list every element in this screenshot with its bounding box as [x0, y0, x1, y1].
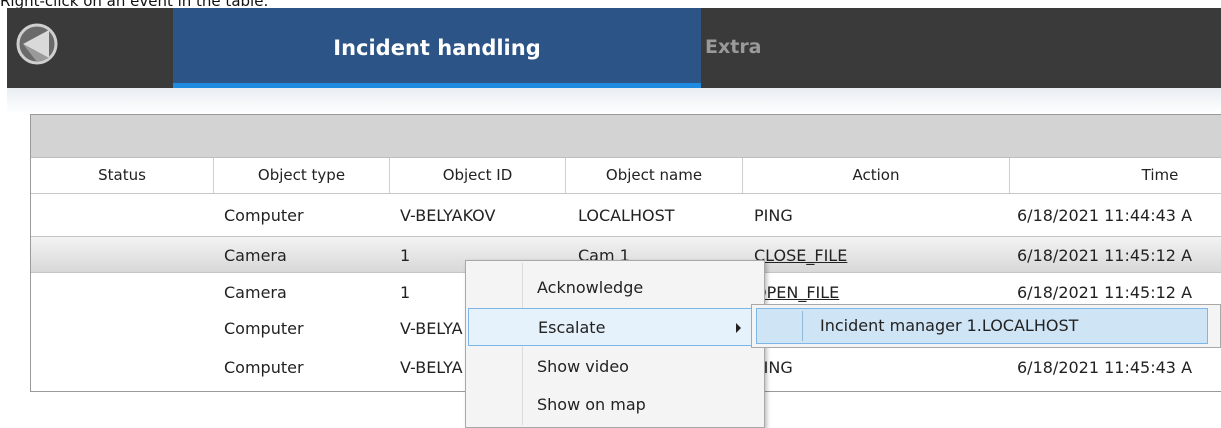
menu-item-label: Show on map: [537, 395, 646, 414]
menu-item-acknowledge[interactable]: Acknowledge: [468, 269, 762, 307]
tab-incident-handling[interactable]: Incident handling: [173, 8, 701, 88]
menu-item-label: Escalate: [538, 318, 606, 337]
menu-item-show-on-map[interactable]: Show on map: [468, 386, 762, 424]
cell-object-type: Computer: [224, 319, 304, 338]
cell-object-id: V-BELYAKOV: [400, 206, 496, 225]
menu-item-escalate[interactable]: Escalate: [468, 308, 762, 346]
cell-time: 6/18/2021 11:45:43 A: [1017, 358, 1193, 377]
menu-item-label: Acknowledge: [537, 278, 644, 297]
column-header-object-name[interactable]: Object name: [566, 158, 743, 193]
toolbar-shadow: [7, 88, 1221, 114]
tab-extra[interactable]: Extra: [705, 36, 762, 58]
top-toolbar: Incident handling Extra: [7, 8, 1221, 88]
context-menu: Acknowledge Escalate Show video Show on …: [465, 260, 765, 428]
column-header-object-id[interactable]: Object ID: [390, 158, 566, 193]
tab-incident-handling-label: Incident handling: [333, 36, 541, 60]
app-logo-icon[interactable]: [15, 22, 59, 66]
column-header-time[interactable]: Time: [1010, 158, 1221, 193]
cell-time: 6/18/2021 11:44:43 A: [1017, 206, 1193, 225]
submenu-item-incident-manager[interactable]: Incident manager 1.LOCALHOST: [756, 308, 1208, 344]
column-header-status[interactable]: Status: [31, 158, 214, 193]
cell-object-name: LOCALHOST: [578, 206, 675, 225]
cell-object-type: Camera: [224, 283, 287, 302]
instruction-caption: Right-click on an event in the table:: [0, 0, 269, 10]
cell-action: PING: [754, 358, 793, 377]
column-header-object-type[interactable]: Object type: [214, 158, 390, 193]
table-row[interactable]: Computer V-BELYAKOV LOCALHOST PING 6/18/…: [31, 197, 1221, 234]
menu-item-label: Show video: [537, 357, 629, 376]
cell-action: CLOSE_FILE: [754, 246, 848, 265]
cell-object-type: Computer: [224, 358, 304, 377]
submenu-arrow-icon: [736, 323, 741, 333]
table-grouping-bar: [31, 115, 1221, 158]
cell-object-type: Computer: [224, 206, 304, 225]
cell-object-type: Camera: [224, 246, 287, 265]
cell-time: 6/18/2021 11:45:12 A: [1017, 246, 1193, 265]
submenu-item-label: Incident manager 1.LOCALHOST: [820, 316, 1079, 335]
escalate-submenu: Incident manager 1.LOCALHOST: [751, 304, 1221, 348]
submenu-gutter-divider: [802, 311, 803, 341]
menu-item-show-video[interactable]: Show video: [468, 348, 762, 386]
table-header: Status Object type Object ID Object name…: [31, 158, 1221, 194]
cell-action: PING: [754, 206, 793, 225]
column-header-action[interactable]: Action: [743, 158, 1010, 193]
